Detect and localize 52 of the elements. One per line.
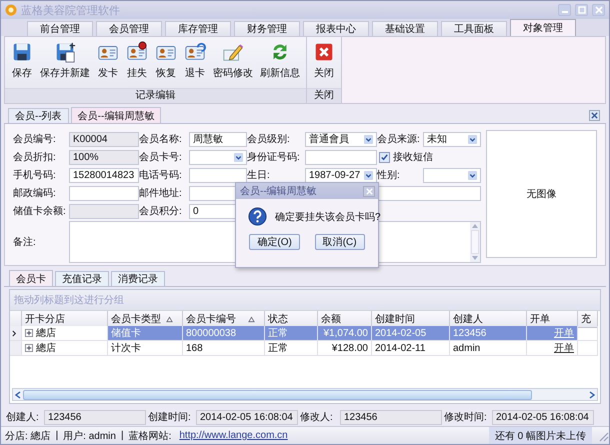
table-cell: ¥128.00 (318, 341, 372, 356)
table-cell: 2014-02-05 (372, 326, 450, 341)
dialog-message: 确定要挂失该会员卡吗? (275, 210, 381, 224)
field-label: 会员来源: (377, 132, 421, 146)
status-text: | (120, 430, 124, 441)
field-label: 创建人: (6, 410, 40, 424)
ribbon-group-label: 记录编辑 (5, 88, 306, 103)
read-only-field: 123456 (340, 410, 442, 424)
table-cell: 168 (183, 341, 265, 356)
field-label: 手机号码: (13, 168, 57, 182)
table-cell: 123456 (450, 326, 527, 341)
status-text: 蓝格网站: (128, 430, 172, 442)
no-image-label: 无图像 (526, 188, 556, 201)
field-label: 邮件地址: (139, 186, 183, 200)
field-label: 储值卡余额: (13, 204, 67, 218)
window-title: 蓝格美容院管理软件 (21, 4, 120, 18)
read-only-field: 2014-02-05 16:08:04 (492, 410, 594, 424)
read-only-field: 2014-02-05 16:08:04 (196, 410, 298, 424)
table-cell: 储值卡 (108, 326, 183, 341)
field-label: 会员编号: (13, 132, 57, 146)
status-text: | (56, 430, 58, 441)
checkbox-label: 接收短信 (393, 150, 433, 164)
table-cell: 800000038 (183, 326, 265, 341)
table-cell: ¥1,074.00 (318, 326, 372, 341)
ribbon-group-label: 关闭 (307, 88, 341, 103)
field-label: 电话号码: (139, 168, 183, 182)
field-label: 会员级别: (247, 133, 291, 146)
table-cell: 2014-02-11 (372, 341, 450, 356)
table-cell: admin (450, 341, 527, 356)
field-label: 身份证号码: (247, 151, 301, 164)
status-text: 用户: admin (63, 430, 116, 442)
field-label: 备注: (13, 236, 37, 249)
upload-notice: 还有 0 幅图片未上传 (488, 426, 592, 444)
field-label: 会员积分: (139, 205, 183, 218)
field-label: 会员名称: (139, 133, 183, 146)
status-text: 分店: 總店 (5, 430, 51, 442)
field-label: 邮政编码: (13, 186, 57, 200)
table-cell: 计次卡 (108, 341, 183, 356)
field-label: 会员折扣: (13, 150, 57, 164)
group-by-hint: 拖动列标题到这进行分组 (14, 294, 124, 307)
field-label: 性别: (377, 168, 401, 182)
field-label: 会员卡号: (139, 150, 183, 164)
field-label: 生日: (247, 168, 271, 182)
table-cell: 正常 (265, 341, 318, 356)
dialog-title: 会员--编辑周慧敏 (240, 184, 318, 198)
field-label: 修改时间: (444, 410, 488, 424)
store-name: 總店 (36, 326, 56, 340)
field-label: 修改人: (300, 411, 334, 424)
read-only-field: 123456 (44, 410, 146, 424)
field-label: 创建时间: (148, 410, 192, 424)
table-cell: 正常 (265, 326, 318, 341)
store-name: 總店 (36, 342, 56, 355)
